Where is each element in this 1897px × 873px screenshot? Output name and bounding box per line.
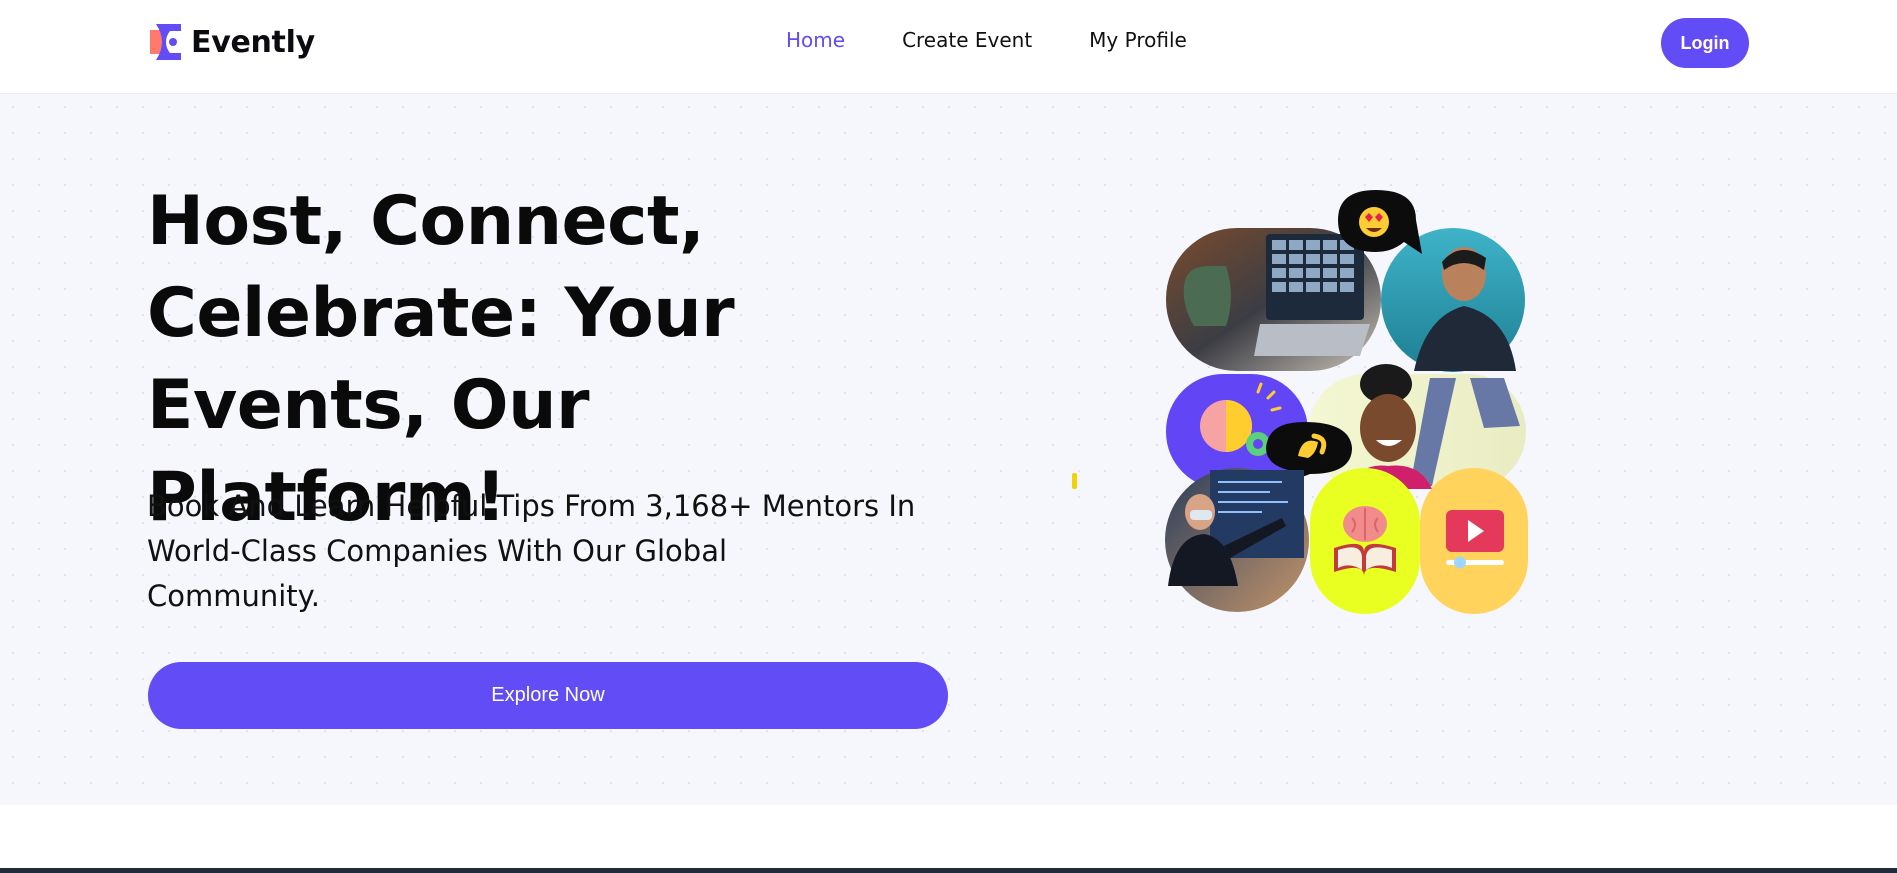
hero-subtitle: Book And Learn Helpful Tips From 3,168+ … — [147, 484, 947, 619]
smiling-man-photo — [1381, 228, 1525, 372]
top-navbar: Evently Home Create Event My Profile Log… — [0, 0, 1897, 94]
heart-eyes-emoji — [1338, 190, 1422, 254]
brand-name: Evently — [191, 24, 315, 60]
next-section-edge — [0, 868, 1897, 873]
decorative-dash — [1072, 473, 1077, 489]
smiling-woman-photo — [1308, 364, 1526, 489]
main-nav: Home Create Event My Profile — [786, 28, 1187, 52]
presenter-screen-photo — [1165, 468, 1309, 612]
nav-create-event[interactable]: Create Event — [902, 28, 1032, 52]
hero-title-line: Host, Connect, — [147, 182, 705, 261]
nav-home[interactable]: Home — [786, 28, 845, 52]
hero-subtitle-line: Book And Learn Helpful Tips From 3,168+ … — [147, 489, 916, 523]
brand-logo[interactable]: Evently — [148, 22, 315, 62]
video-play-icon — [1420, 468, 1528, 614]
hero-subtitle-line: World-Class Companies With Our Global — [147, 534, 728, 568]
laptop-video-call-photo — [1166, 228, 1381, 371]
brain-book-icon — [1310, 468, 1420, 614]
nav-my-profile[interactable]: My Profile — [1089, 28, 1187, 52]
hero-title-line: Celebrate: Your — [147, 274, 735, 353]
login-button[interactable]: Login — [1661, 18, 1749, 68]
explore-now-button[interactable]: Explore Now — [148, 662, 948, 729]
hero-subtitle-line: Community. — [147, 579, 320, 613]
hero-collage — [1164, 166, 1544, 616]
hero-section: Host, Connect, Celebrate: Your Events, O… — [0, 94, 1897, 805]
evently-logo-icon — [148, 22, 183, 62]
